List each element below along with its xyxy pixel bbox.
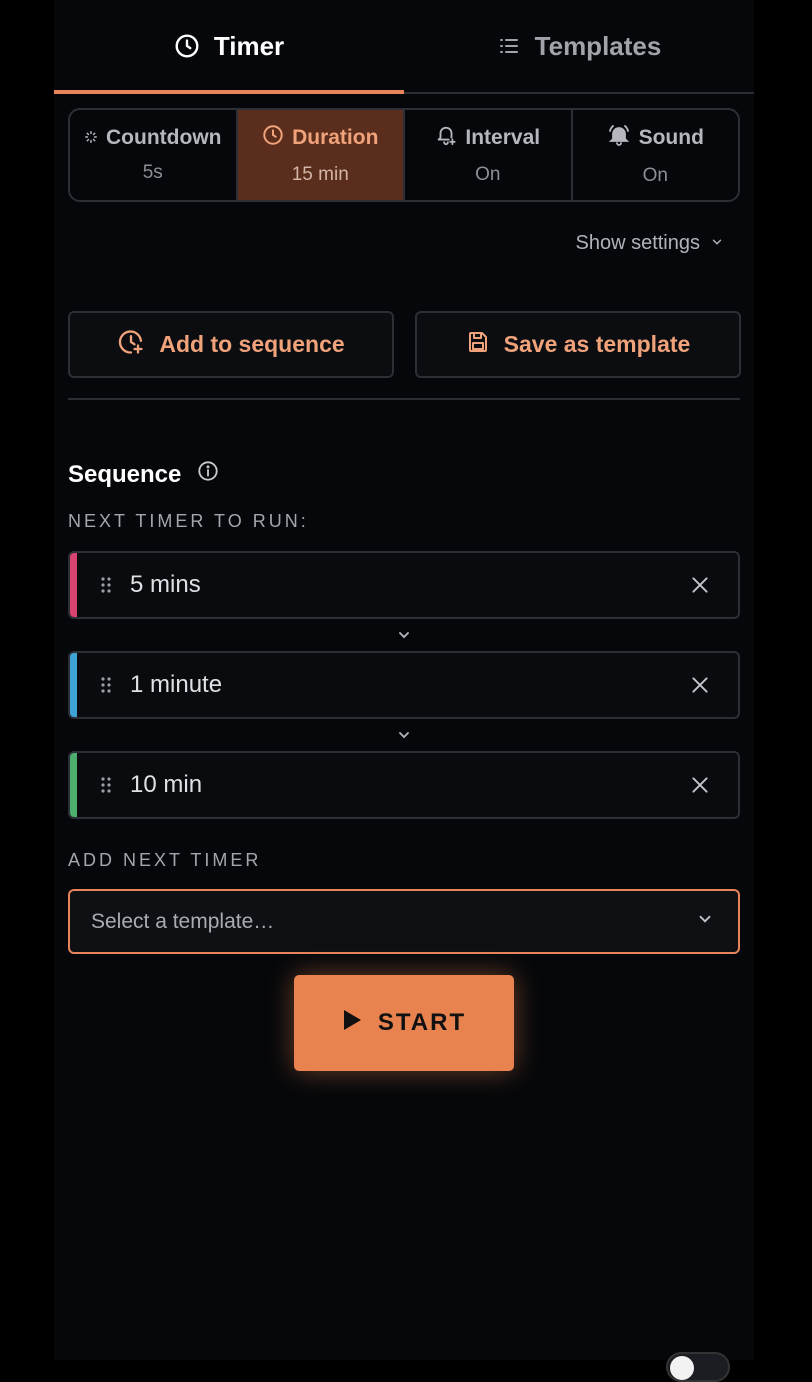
item-color-bar xyxy=(70,653,77,717)
sequence-heading: Sequence xyxy=(68,460,219,489)
clock-plus-icon xyxy=(117,328,145,362)
option-sound-label: Sound xyxy=(638,126,704,149)
option-duration[interactable]: Duration 15 min xyxy=(237,110,405,200)
tab-timer-label: Timer xyxy=(213,30,285,61)
save-icon xyxy=(466,330,490,360)
next-timer-label: NEXT TIMER TO RUN: xyxy=(68,511,309,531)
show-settings-toggle[interactable]: Show settings xyxy=(575,232,724,255)
sequence-item[interactable]: 1 minute xyxy=(68,651,740,719)
app-panel: Timer Templates Countdown 5s Duration 15… xyxy=(54,0,754,1382)
option-duration-label: Duration xyxy=(292,126,379,149)
tab-templates[interactable]: Templates xyxy=(404,0,754,92)
option-countdown-label: Countdown xyxy=(106,126,222,149)
section-divider xyxy=(68,398,740,400)
option-countdown-value: 5s xyxy=(142,162,163,183)
chevron-down-icon xyxy=(394,725,414,745)
sequence-title: Sequence xyxy=(68,460,182,488)
add-next-timer-label: ADD NEXT TIMER xyxy=(68,850,262,870)
option-sound-value: On xyxy=(642,165,668,186)
theme-toggle[interactable] xyxy=(666,1352,730,1382)
sequence-item[interactable]: 10 min xyxy=(68,751,740,819)
clock-icon xyxy=(174,33,200,59)
option-sound[interactable]: Sound On xyxy=(573,110,739,200)
save-as-template-label: Save as template xyxy=(503,331,691,357)
drag-handle-icon[interactable] xyxy=(99,676,113,694)
bell-ring-icon xyxy=(607,123,631,153)
list-icon xyxy=(497,34,521,58)
info-icon[interactable] xyxy=(197,460,219,489)
tab-timer[interactable]: Timer xyxy=(54,0,404,94)
sequence-item-label: 5 mins xyxy=(130,571,201,598)
item-color-bar xyxy=(70,553,77,617)
close-icon[interactable] xyxy=(670,755,730,815)
close-icon[interactable] xyxy=(670,655,730,715)
start-label: START xyxy=(377,1009,467,1036)
option-interval[interactable]: Interval On xyxy=(405,110,573,200)
clock-icon xyxy=(262,124,284,152)
sequence-item-label: 1 minute xyxy=(130,671,223,698)
close-icon[interactable] xyxy=(670,555,730,615)
sequence-item[interactable]: 5 mins xyxy=(68,551,740,619)
show-settings-label: Show settings xyxy=(575,232,700,254)
option-duration-value: 15 min xyxy=(291,164,349,185)
item-color-bar xyxy=(70,753,77,817)
chevron-down-icon xyxy=(710,232,724,255)
bell-plus-icon xyxy=(435,124,457,152)
option-interval-value: On xyxy=(475,164,501,185)
tab-templates-label: Templates xyxy=(534,30,662,61)
template-select-placeholder: Select a template… xyxy=(91,909,275,933)
timer-options: Countdown 5s Duration 15 min Interval On xyxy=(68,108,740,202)
option-countdown[interactable]: Countdown 5s xyxy=(70,110,238,200)
chevron-down-icon xyxy=(696,910,714,933)
option-interval-label: Interval xyxy=(465,126,541,149)
play-icon xyxy=(342,1009,362,1038)
drag-handle-icon[interactable] xyxy=(99,776,113,794)
drag-handle-icon[interactable] xyxy=(99,576,113,594)
template-select[interactable]: Select a template… xyxy=(68,889,740,954)
tab-bar: Timer Templates xyxy=(54,0,754,94)
action-buttons: Add to sequence Save as template xyxy=(68,311,741,378)
add-to-sequence-label: Add to sequence xyxy=(159,331,345,357)
add-to-sequence-button[interactable]: Add to sequence xyxy=(68,311,394,378)
chevron-down-icon xyxy=(394,625,414,645)
start-button[interactable]: START xyxy=(294,975,514,1071)
save-as-template-button[interactable]: Save as template xyxy=(415,311,741,378)
spinner-icon xyxy=(84,126,98,150)
sequence-item-label: 10 min xyxy=(130,771,203,798)
